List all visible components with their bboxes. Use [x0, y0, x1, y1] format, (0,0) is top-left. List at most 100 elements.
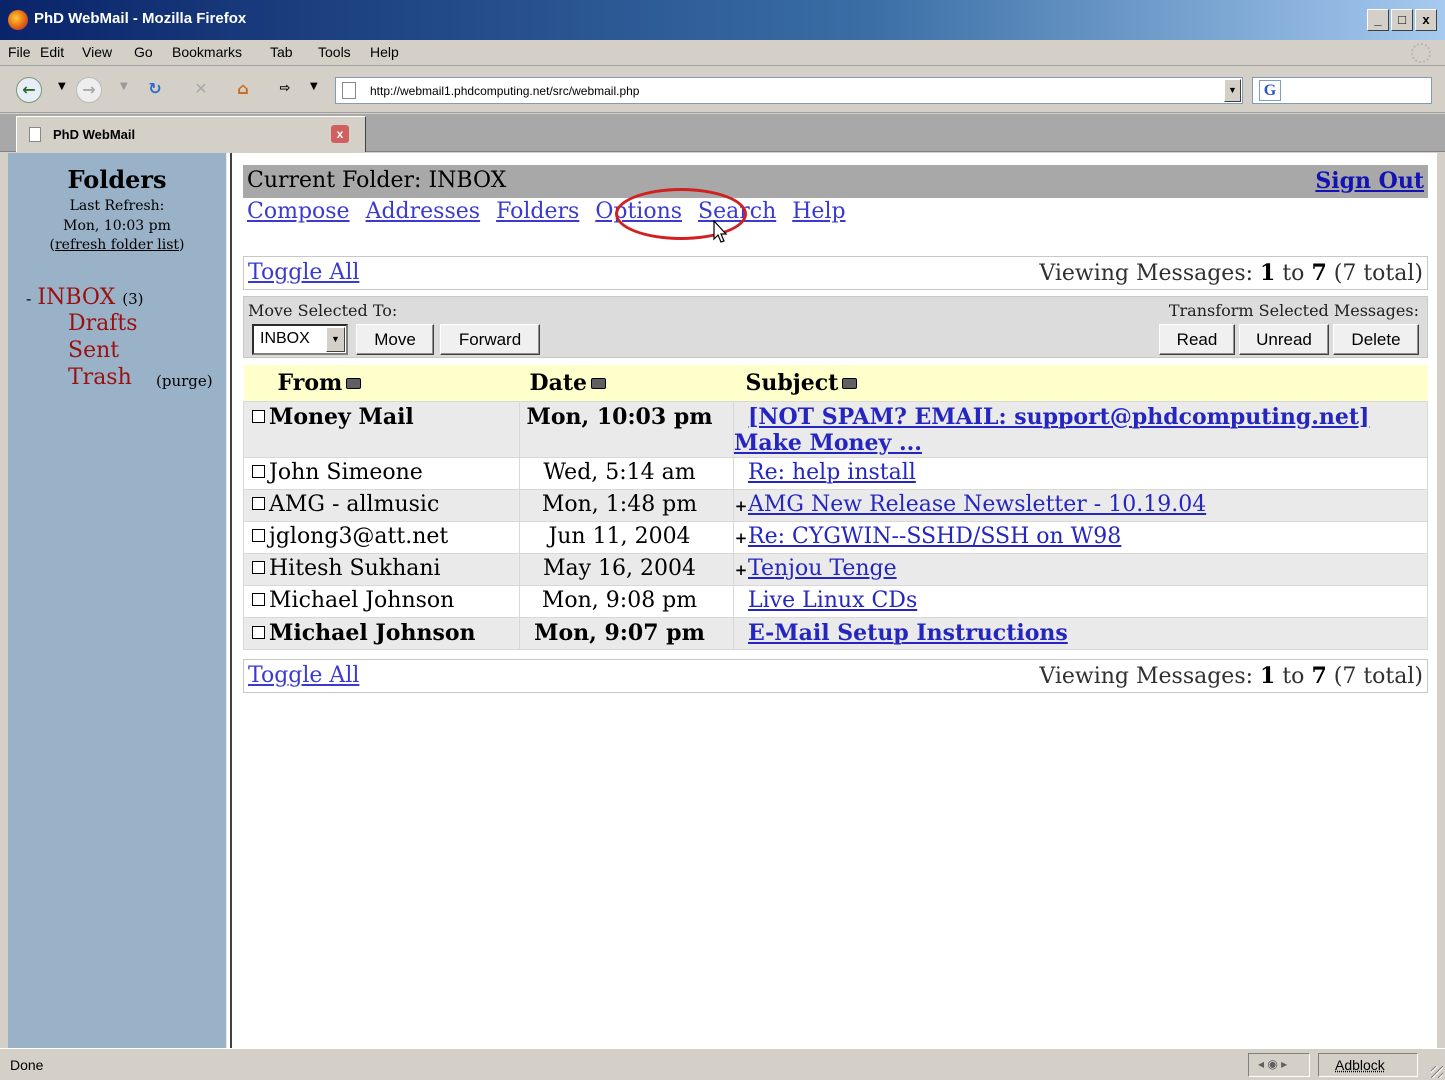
sidebar-item-drafts[interactable]: Drafts — [68, 311, 138, 336]
chevron-down-icon[interactable]: ▼ — [326, 327, 345, 352]
message-checkbox[interactable] — [252, 560, 265, 574]
sidebar-item-sent[interactable]: Sent — [68, 338, 119, 363]
menu-go[interactable]: Go — [134, 44, 153, 60]
go-icon[interactable]: ⇨ — [272, 77, 298, 103]
message-subject-link[interactable]: Re: help install — [748, 460, 916, 485]
attachment-plus-icon: + — [734, 560, 748, 579]
column-date[interactable]: Date — [519, 365, 734, 401]
menu-view[interactable]: View — [82, 44, 112, 60]
message-from: Michael Johnson — [269, 587, 455, 613]
message-subject-link[interactable]: Live Linux CDs — [748, 588, 917, 613]
menu-file[interactable]: File — [8, 44, 31, 60]
table-row[interactable]: John Simeone Wed, 5:14 am Re: help insta… — [243, 456, 1428, 490]
table-row[interactable]: Money Mail Mon, 10:03 pm [NOT SPAM? EMAI… — [243, 400, 1428, 458]
toggle-all-link-top[interactable]: Toggle All — [248, 260, 359, 285]
table-row[interactable]: jglong3@att.net Jun 11, 2004 +Re: CYGWIN… — [243, 520, 1428, 554]
close-window-button[interactable]: x — [1415, 9, 1437, 31]
purge-trash-link[interactable]: (purge) — [156, 372, 213, 390]
tab-close-icon[interactable]: x — [331, 125, 349, 143]
back-icon[interactable]: ← — [16, 77, 42, 103]
table-row[interactable]: Michael Johnson Mon, 9:07 pm E-Mail Setu… — [243, 616, 1428, 650]
sidebar-item-trash[interactable]: Trash — [68, 365, 132, 390]
window-title: PhD WebMail - Mozilla Firefox — [34, 10, 247, 27]
top-toggle-row: Toggle All Viewing Messages: 1 to 7 (7 t… — [243, 256, 1428, 290]
message-checkbox[interactable] — [252, 592, 265, 606]
move-folder-select[interactable]: INBOX ▼ — [252, 324, 348, 355]
message-subject-link[interactable]: AMG New Release Newsletter - 10.19.04 — [748, 492, 1206, 517]
viewing-messages-top: Viewing Messages: 1 to 7 (7 total) — [1039, 260, 1423, 286]
addresses-link[interactable]: Addresses — [366, 199, 480, 224]
message-checkbox[interactable] — [252, 528, 265, 542]
message-date: Jun 11, 2004 — [519, 520, 734, 554]
sort-icon[interactable] — [346, 377, 362, 389]
sign-out-link[interactable]: Sign Out — [1315, 168, 1424, 194]
move-button[interactable]: Move — [356, 324, 434, 355]
page-content: Folders Last Refresh: Mon, 10:03 pm (ref… — [8, 153, 1437, 1048]
resize-grip-icon[interactable] — [1431, 1066, 1443, 1078]
refresh-folder-list-link[interactable]: refresh folder list — [55, 237, 179, 253]
message-checkbox[interactable] — [252, 464, 265, 478]
stop-icon[interactable]: ✕ — [188, 77, 214, 103]
message-subject-link[interactable]: [NOT SPAM? EMAIL: support@phdcomputing.n… — [734, 404, 1369, 456]
back-dropdown-icon[interactable]: ▼ — [58, 81, 66, 92]
sort-icon[interactable] — [842, 377, 858, 389]
message-date: May 16, 2004 — [519, 552, 734, 586]
search-engine-icon[interactable]: G — [1259, 80, 1281, 101]
tab-phd-webmail[interactable]: PhD WebMail x — [16, 116, 366, 152]
message-subject-link[interactable]: E-Mail Setup Instructions — [748, 620, 1068, 646]
help-link[interactable]: Help — [792, 199, 845, 224]
url-dropdown-icon[interactable]: ▼ — [1224, 79, 1241, 102]
window-titlebar: PhD WebMail - Mozilla Firefox _ □ x — [0, 0, 1445, 40]
go-dropdown-icon[interactable]: ▼ — [310, 81, 318, 92]
viewing-to: 7 — [1311, 260, 1327, 286]
forward-icon[interactable]: → — [76, 77, 102, 103]
menu-help[interactable]: Help — [370, 44, 399, 60]
folders-link[interactable]: Folders — [496, 199, 579, 224]
table-row[interactable]: Michael Johnson Mon, 9:08 pm Live Linux … — [243, 584, 1428, 618]
message-subject-link[interactable]: Re: CYGWIN--SSHD/SSH on W98 — [748, 524, 1121, 549]
tab-bar: PhD WebMail x — [0, 114, 1445, 152]
message-subject-link[interactable]: Tenjou Tenge — [748, 556, 897, 581]
message-from: AMG - allmusic — [269, 491, 440, 517]
toggle-all-link-bottom[interactable]: Toggle All — [248, 663, 359, 688]
maximize-button[interactable]: □ — [1391, 9, 1413, 31]
frame-divider[interactable] — [226, 153, 232, 1048]
forward-button[interactable]: Forward — [440, 324, 540, 355]
delete-button[interactable]: Delete — [1333, 324, 1419, 355]
unread-button[interactable]: Unread — [1239, 324, 1329, 355]
table-row[interactable]: AMG - allmusic Mon, 1:48 pm +AMG New Rel… — [243, 488, 1428, 522]
message-date: Mon, 9:07 pm — [519, 616, 734, 650]
adblock-link[interactable]: Adblock — [1335, 1057, 1385, 1073]
move-selected-label: Move Selected To: — [248, 301, 398, 320]
message-from: Michael Johnson — [269, 619, 476, 646]
menu-tab[interactable]: Tab — [270, 44, 293, 60]
menu-edit[interactable]: Edit — [40, 44, 64, 60]
sort-icon[interactable] — [591, 377, 606, 389]
message-from: Money Mail — [269, 403, 414, 430]
read-button[interactable]: Read — [1159, 324, 1235, 355]
compose-link[interactable]: Compose — [247, 199, 350, 224]
reader-nav-icon[interactable]: ◂ ◉ ▸ — [1258, 1057, 1287, 1071]
menu-bookmarks[interactable]: Bookmarks — [172, 44, 242, 60]
message-date: Mon, 9:08 pm — [519, 584, 734, 618]
search-box[interactable]: G — [1252, 77, 1432, 104]
message-checkbox[interactable] — [252, 625, 265, 639]
url-bar[interactable]: http://webmail1.phdcomputing.net/src/web… — [335, 77, 1243, 104]
reload-icon[interactable]: ↻ — [142, 77, 168, 103]
home-icon[interactable]: ⌂ — [230, 77, 256, 103]
tab-title: PhD WebMail — [53, 127, 136, 142]
menu-tools[interactable]: Tools — [318, 44, 351, 60]
attachment-plus-icon: + — [734, 528, 748, 547]
table-row[interactable]: Hitesh Sukhani May 16, 2004 +Tenjou Teng… — [243, 552, 1428, 586]
forward-dropdown-icon[interactable]: ▼ — [120, 81, 128, 92]
sidebar-item-inbox[interactable]: - INBOX (3) — [26, 285, 143, 310]
column-subject[interactable]: Subject — [733, 365, 1428, 401]
viewing-to: 7 — [1311, 663, 1327, 689]
message-date: Mon, 10:03 pm — [519, 400, 734, 458]
column-from[interactable]: From — [243, 365, 520, 401]
viewing-messages-bottom: Viewing Messages: 1 to 7 (7 total) — [1039, 663, 1423, 689]
minimize-button[interactable]: _ — [1367, 9, 1389, 31]
message-checkbox[interactable] — [252, 409, 265, 423]
message-checkbox[interactable] — [252, 496, 265, 510]
message-from: John Simeone — [269, 459, 423, 485]
